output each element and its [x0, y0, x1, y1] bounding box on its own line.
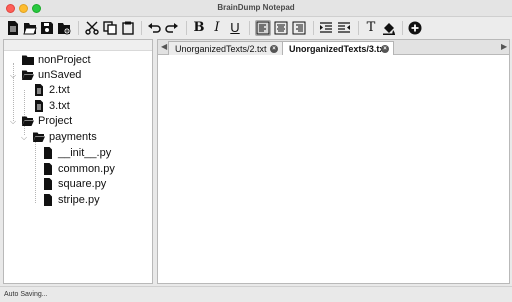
tab-label: UnorganizedTexts/3.txt	[289, 43, 388, 54]
text-editor[interactable]	[158, 56, 509, 283]
save-all-icon	[58, 23, 71, 35]
align-center-button[interactable]	[273, 20, 289, 36]
align-right-icon	[292, 21, 306, 35]
cut-button[interactable]	[84, 20, 100, 36]
file-icon	[42, 193, 54, 206]
tab-2-txt[interactable]: UnorganizedTexts/2.txt ×	[168, 41, 283, 55]
font-button[interactable]: T	[363, 20, 379, 36]
status-bar: Auto Saving...	[0, 286, 512, 302]
status-text: Auto Saving...	[4, 291, 48, 298]
tree-item-3-txt[interactable]: 3.txt	[33, 98, 70, 113]
file-icon	[42, 177, 54, 190]
new-file-icon	[8, 21, 18, 35]
folder-open-icon	[22, 68, 34, 81]
indent-icon	[320, 22, 332, 33]
fill-color-button[interactable]	[381, 20, 397, 36]
paste-button[interactable]	[120, 20, 136, 36]
undo-icon	[148, 23, 161, 33]
close-tab-icon[interactable]: ×	[270, 45, 278, 53]
tree-header	[4, 40, 152, 51]
chevron-down-icon[interactable]: ⌵	[10, 117, 16, 127]
align-center-icon	[274, 21, 288, 35]
align-right-button[interactable]	[291, 20, 307, 36]
tree-item-label: stripe.py	[58, 193, 100, 206]
tab-scroll-left-icon[interactable]: ◀	[161, 42, 167, 51]
chevron-down-icon[interactable]: ⌵	[10, 71, 16, 81]
tree-item-payments[interactable]: payments	[33, 129, 97, 144]
tree-item-2-txt[interactable]: 2.txt	[33, 82, 70, 97]
italic-button[interactable]: I	[209, 20, 225, 36]
folder-icon	[22, 53, 34, 66]
tree-item-project[interactable]: Project	[22, 113, 72, 128]
tree-item-init-py[interactable]: __init__.py	[42, 145, 111, 160]
outdent-icon	[338, 22, 350, 33]
file-text-icon	[33, 99, 45, 112]
tree-item-label: 2.txt	[49, 83, 70, 96]
tab-3-txt[interactable]: UnorganizedTexts/3.txt ×	[282, 41, 394, 55]
align-left-icon	[256, 21, 270, 35]
open-folder-button[interactable]	[22, 20, 38, 36]
tree-item-common-py[interactable]: common.py	[42, 161, 115, 176]
toolbar: B I U T	[0, 17, 512, 39]
tree-item-label: payments	[49, 130, 97, 143]
editor-pane: ◀ UnorganizedTexts/2.txt × UnorganizedTe…	[157, 39, 510, 284]
outdent-button[interactable]	[336, 20, 352, 36]
save-all-button[interactable]	[56, 20, 72, 36]
align-left-button[interactable]	[255, 20, 271, 36]
tree-item-label: __init__.py	[58, 146, 112, 159]
close-tab-icon[interactable]: ×	[381, 45, 389, 53]
copy-icon	[103, 21, 117, 35]
cut-icon	[85, 21, 99, 35]
new-file-button[interactable]	[5, 20, 21, 36]
bold-button[interactable]: B	[191, 20, 207, 36]
tree-item-stripe-py[interactable]: stripe.py	[42, 192, 100, 207]
tree-item-label: nonProject	[38, 53, 91, 66]
project-tree: nonProject ⌵ unSaved 2.txt 3.txt ⌵ Proje…	[3, 39, 153, 284]
save-icon	[41, 22, 53, 34]
title-bar: BrainDump Notepad	[0, 0, 512, 17]
tree-item-label: square.py	[58, 177, 107, 190]
folder-open-icon	[33, 130, 45, 143]
paste-icon	[122, 21, 134, 35]
tree-item-label: common.py	[58, 162, 115, 175]
add-icon	[408, 21, 422, 35]
chevron-down-icon[interactable]: ⌵	[21, 133, 27, 143]
underline-button[interactable]: U	[227, 20, 243, 36]
copy-button[interactable]	[102, 20, 118, 36]
add-button[interactable]	[407, 20, 423, 36]
fill-color-icon	[383, 23, 395, 35]
window-title: BrainDump Notepad	[217, 3, 295, 12]
tree-item-square-py[interactable]: square.py	[42, 176, 106, 191]
folder-open-icon	[22, 114, 34, 127]
indent-button[interactable]	[318, 20, 334, 36]
save-button[interactable]	[39, 20, 55, 36]
tab-label: UnorganizedTexts/2.txt	[175, 43, 267, 54]
tree-item-unsaved[interactable]: unSaved	[22, 67, 81, 82]
tree-item-label: 3.txt	[49, 99, 70, 112]
file-icon	[42, 146, 54, 159]
tree-item-nonproject[interactable]: nonProject	[22, 52, 91, 67]
redo-button[interactable]	[164, 20, 180, 36]
tree-item-label: unSaved	[38, 68, 82, 81]
tab-scroll-right-icon[interactable]: ▶	[501, 42, 507, 51]
open-folder-icon	[23, 23, 37, 35]
file-icon	[42, 162, 54, 175]
redo-icon	[165, 23, 178, 33]
tree-item-label: Project	[38, 114, 73, 127]
file-text-icon	[33, 83, 45, 96]
undo-button[interactable]	[146, 20, 162, 36]
tab-bar: ◀ UnorganizedTexts/2.txt × UnorganizedTe…	[158, 40, 509, 55]
